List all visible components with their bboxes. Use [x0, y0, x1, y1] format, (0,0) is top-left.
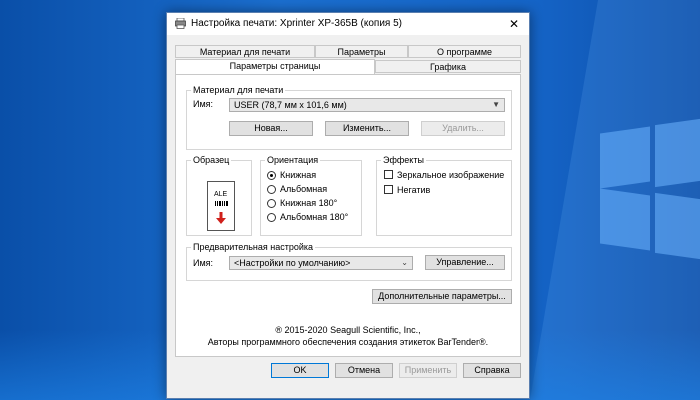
radio-button[interactable]	[267, 199, 276, 208]
help-button[interactable]: Справка	[463, 363, 521, 378]
sample-group: Образец ALE	[186, 155, 252, 236]
ok-button[interactable]: OK	[271, 363, 329, 378]
copyright-line-2: Авторы программного обеспечения создания…	[207, 337, 489, 347]
radio-button[interactable]	[267, 171, 276, 180]
tab-print-material[interactable]: Материал для печати	[175, 45, 315, 58]
title-bar[interactable]: Настройка печати: Xprinter XP-365B (копи…	[167, 13, 529, 35]
tab-page-settings[interactable]: Параметры страницы	[175, 59, 375, 75]
option-label: Книжная 180°	[280, 198, 338, 208]
chevron-down-icon: ▼	[492, 100, 500, 109]
option-label: Книжная	[280, 170, 317, 180]
close-icon: ✕	[508, 17, 520, 31]
print-settings-dialog: Настройка печати: Xprinter XP-365B (копи…	[166, 12, 530, 399]
effects-group-label: Эффекты	[381, 155, 426, 165]
chevron-down-icon: ⌄	[401, 258, 408, 267]
radio-button[interactable]	[267, 185, 276, 194]
material-select[interactable]: USER (78,7 мм x 101,6 мм) ▼	[229, 98, 505, 112]
preset-group-label: Предварительная настройка	[191, 242, 316, 252]
preset-name-label: Имя:	[193, 258, 214, 268]
material-select-value: USER (78,7 мм x 101,6 мм)	[234, 100, 347, 110]
manage-presets-button[interactable]: Управление...	[425, 255, 505, 270]
checkbox[interactable]	[384, 170, 393, 179]
preset-select[interactable]: <Настройки по умолчанию> ⌄	[229, 256, 413, 270]
feed-direction-arrow-icon	[216, 212, 226, 224]
material-group-label: Материал для печати	[191, 85, 286, 95]
apply-button[interactable]: Применить	[399, 363, 457, 378]
cancel-button[interactable]: Отмена	[335, 363, 393, 378]
effects-group: Эффекты Зеркальное изображение Негатив	[376, 155, 512, 236]
label-preview: ALE	[207, 181, 235, 231]
material-group: Материал для печати Имя: USER (78,7 мм x…	[186, 85, 512, 150]
tab-panel: Материал для печати Имя: USER (78,7 мм x…	[175, 74, 521, 357]
orientation-group-label: Ориентация	[265, 155, 321, 165]
barcode-icon	[215, 201, 228, 206]
edit-material-button[interactable]: Изменить...	[325, 121, 409, 136]
window-title: Настройка печати: Xprinter XP-365B (копи…	[191, 18, 402, 29]
option-label: Негатив	[397, 185, 431, 195]
advanced-options-button[interactable]: Дополнительные параметры...	[372, 289, 512, 304]
option-label: Зеркальное изображение	[397, 170, 505, 180]
sample-group-label: Образец	[191, 155, 232, 165]
material-name-label: Имя:	[193, 99, 214, 109]
tab-graphics[interactable]: Графика	[375, 60, 521, 73]
preview-text: ALE	[214, 191, 228, 198]
tab-parameters[interactable]: Параметры	[315, 45, 408, 58]
checkbox[interactable]	[384, 185, 393, 194]
copyright-line-1: ® 2015-2020 Seagull Scientific, Inc.,	[275, 325, 421, 335]
close-button[interactable]: ✕	[499, 13, 529, 35]
tab-about[interactable]: О программе	[408, 45, 521, 58]
preset-group: Предварительная настройка Имя: <Настройк…	[186, 242, 512, 281]
option-label: Альбомная	[280, 184, 328, 194]
printer-icon	[175, 18, 186, 29]
delete-material-button[interactable]: Удалить...	[421, 121, 505, 136]
radio-button[interactable]	[267, 213, 276, 222]
orientation-group: Ориентация Книжная Альбомная Книжная 180…	[260, 155, 362, 236]
new-material-button[interactable]: Новая...	[229, 121, 313, 136]
option-label: Альбомная 180°	[280, 212, 349, 222]
preset-select-value: <Настройки по умолчанию>	[234, 258, 351, 268]
